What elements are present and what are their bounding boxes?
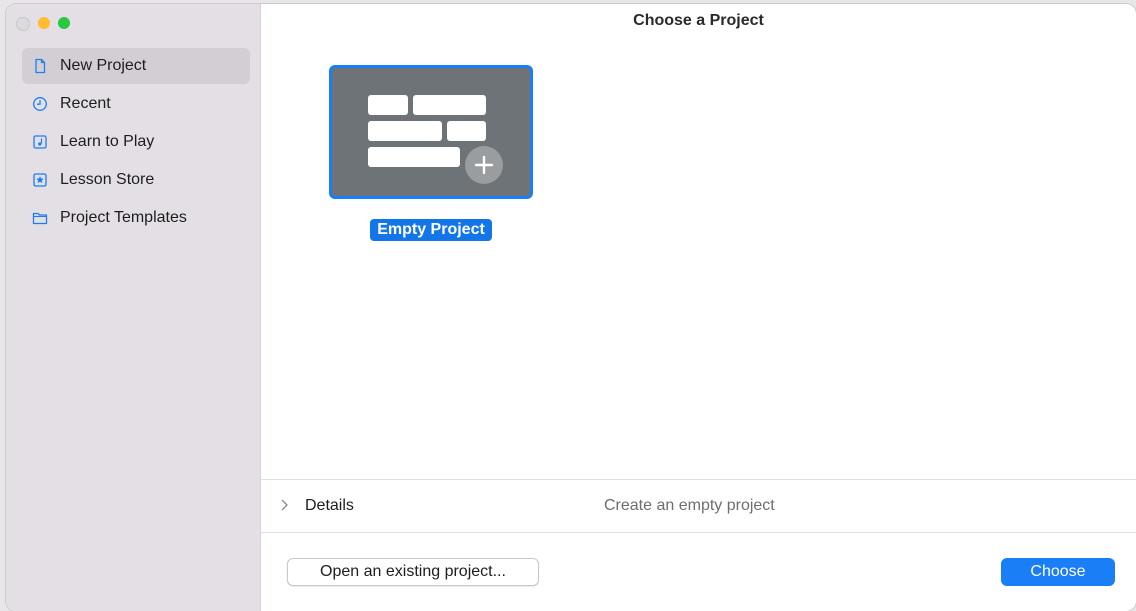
details-bar: Details Create an empty project bbox=[261, 479, 1136, 533]
folder-icon bbox=[32, 210, 48, 226]
template-tile[interactable] bbox=[329, 65, 533, 199]
empty-project-icon bbox=[368, 95, 506, 187]
star-icon bbox=[32, 172, 48, 188]
sidebar-nav: New Project Recent Learn to Play Lesson … bbox=[22, 48, 250, 238]
main-panel: Choose a Project Empty Project Details C… bbox=[261, 4, 1136, 611]
traffic-lights bbox=[16, 17, 70, 31]
sidebar-item-new-project[interactable]: New Project bbox=[22, 48, 250, 84]
doc-icon bbox=[32, 58, 48, 74]
sidebar-item-label: New Project bbox=[60, 57, 147, 74]
maximize-window-button[interactable] bbox=[58, 17, 70, 29]
sidebar-item-label: Lesson Store bbox=[60, 171, 155, 188]
window-title: Choose a Project bbox=[633, 12, 764, 29]
sidebar-item-learn-to-play[interactable]: Learn to Play bbox=[22, 124, 250, 160]
sidebar-item-label: Project Templates bbox=[60, 209, 187, 226]
choose-button[interactable]: Choose bbox=[1001, 558, 1115, 586]
chevron-right-icon[interactable] bbox=[279, 498, 289, 512]
sidebar: New Project Recent Learn to Play Lesson … bbox=[6, 4, 261, 611]
project-chooser-window: New Project Recent Learn to Play Lesson … bbox=[6, 4, 1136, 611]
sidebar-item-label: Learn to Play bbox=[60, 133, 155, 150]
details-toggle-label[interactable]: Details bbox=[305, 497, 354, 515]
minimize-window-button[interactable] bbox=[38, 17, 50, 29]
open-existing-project-button[interactable]: Open an existing project... bbox=[287, 558, 539, 586]
clock-icon bbox=[32, 96, 48, 112]
sidebar-item-project-templates[interactable]: Project Templates bbox=[22, 200, 250, 236]
music-note-icon bbox=[32, 134, 48, 150]
sidebar-item-lesson-store[interactable]: Lesson Store bbox=[22, 162, 250, 198]
close-window-button[interactable] bbox=[16, 17, 30, 31]
sidebar-item-label: Recent bbox=[60, 95, 111, 112]
template-empty-project[interactable]: Empty Project bbox=[329, 65, 533, 241]
template-label: Empty Project bbox=[370, 219, 492, 241]
details-description: Create an empty project bbox=[604, 497, 775, 514]
sidebar-item-recent[interactable]: Recent bbox=[22, 86, 250, 122]
